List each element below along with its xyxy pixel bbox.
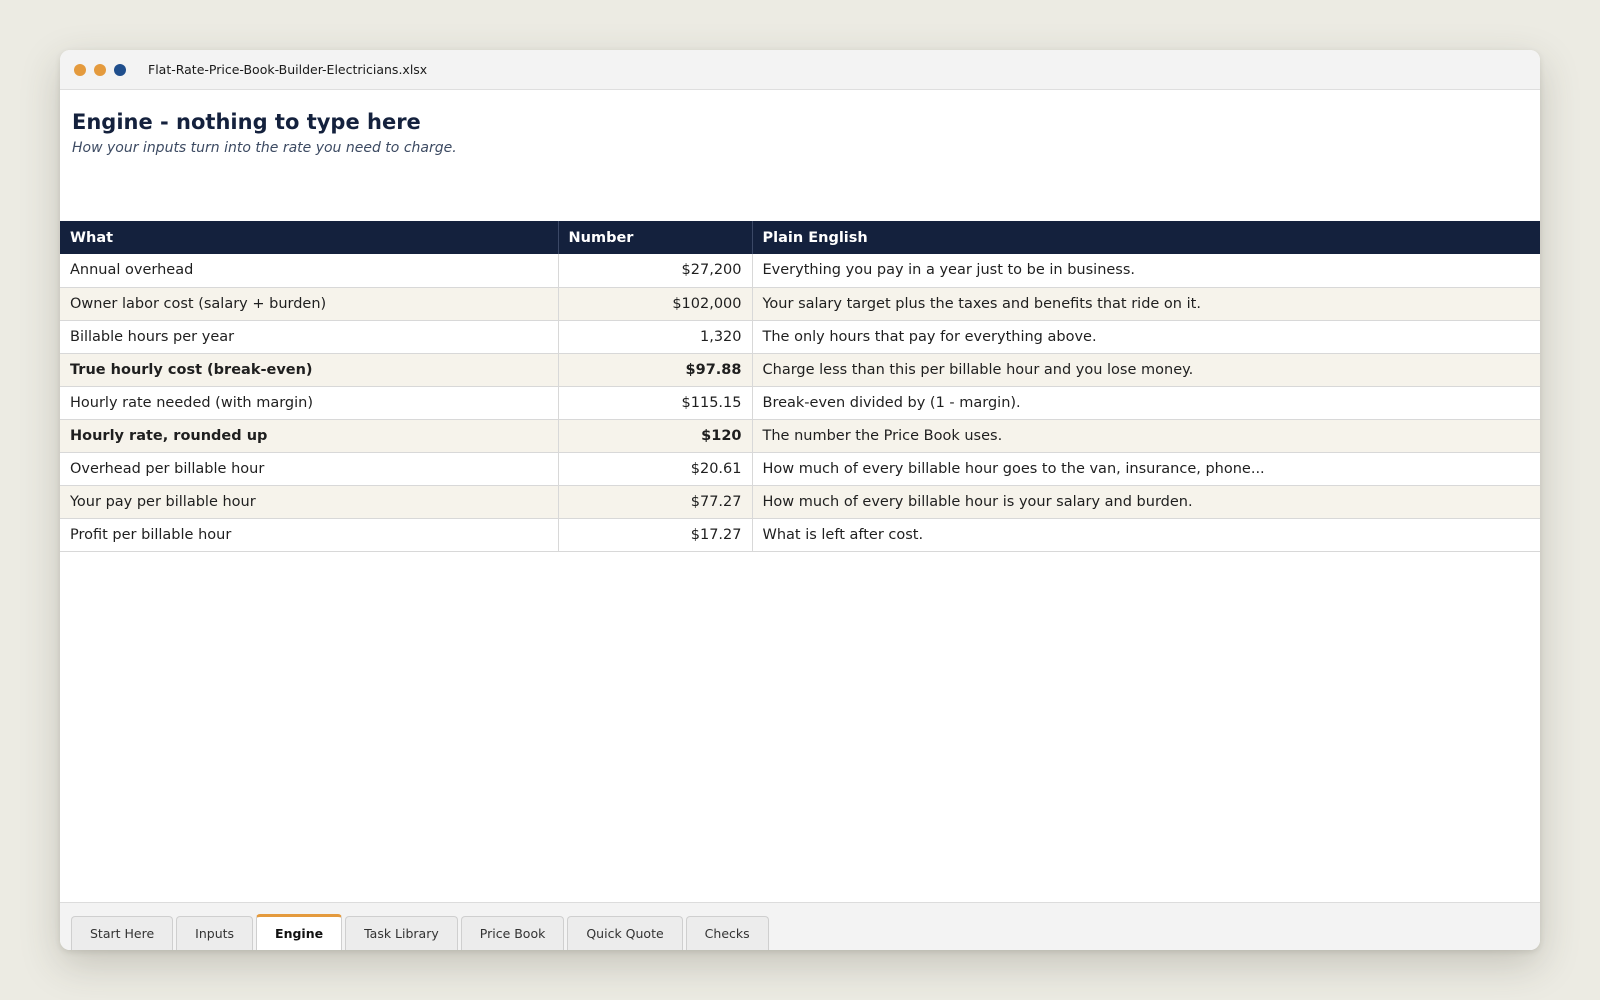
column-header-number[interactable]: Number — [558, 221, 753, 254]
sheet-tab-bar: Start Here Inputs Engine Task Library Price … — [60, 902, 1540, 950]
cell-number[interactable]: $102,000 — [558, 287, 753, 321]
cell-number[interactable]: 1,320 — [558, 320, 753, 354]
sheet-tab-quick-quote[interactable]: Quick Quote — [567, 916, 683, 950]
spreadsheet-window: Flat-Rate-Price-Book-Builder-Electrician… — [60, 50, 1540, 950]
sheet-tab-inputs[interactable]: Inputs — [176, 916, 254, 950]
cell-number[interactable]: $77.27 — [558, 485, 753, 519]
cell-plain-english[interactable]: Charge less than this per billable hour … — [752, 353, 1540, 387]
table-row: Annual overhead $27,200 Everything you pay… — [60, 254, 1540, 288]
cell-number[interactable]: $120 — [558, 419, 753, 453]
sheet-tab-start-here[interactable]: Start Here — [71, 916, 174, 950]
cell-number[interactable]: $20.61 — [558, 452, 753, 486]
cell-number[interactable]: $115.15 — [558, 386, 753, 420]
cell-number[interactable]: $97.88 — [558, 353, 753, 387]
cell-what[interactable]: Billable hours per year — [60, 320, 559, 354]
cell-plain-english[interactable]: Break-even divided by (1 - margin). — [752, 386, 1540, 420]
title-bar: Flat-Rate-Price-Book-Builder-Electrician… — [60, 50, 1540, 90]
column-header-plain-english[interactable]: Plain English — [752, 221, 1540, 254]
column-header-what[interactable]: What — [60, 221, 559, 254]
cell-plain-english[interactable]: What is left after cost. — [752, 518, 1540, 552]
table-row: Your pay per billable hour $77.27 How much… — [60, 485, 1540, 519]
table-row: Hourly rate needed (with margin) $115.15 B… — [60, 386, 1540, 420]
cell-what[interactable]: Owner labor cost (salary + burden) — [60, 287, 559, 321]
table-row: Profit per billable hour $17.27 What is le… — [60, 518, 1540, 552]
table-row: True hourly cost (break-even) $97.88 Charg… — [60, 353, 1540, 387]
cell-plain-english[interactable]: The only hours that pay for everything a… — [752, 320, 1540, 354]
cell-plain-english[interactable]: Everything you pay in a year just to be … — [752, 254, 1540, 288]
maximize-button[interactable] — [114, 63, 126, 76]
cell-plain-english[interactable]: How much of every billable hour is your … — [752, 485, 1540, 519]
sheet-tab-checks[interactable]: Checks — [685, 916, 769, 950]
sheet-tab-engine[interactable]: Engine — [256, 914, 343, 950]
page-title: Engine - nothing to type here — [72, 110, 421, 134]
cell-number[interactable]: $27,200 — [558, 254, 753, 288]
sheet-area: Engine - nothing to type here How your i… — [60, 90, 1540, 902]
close-button[interactable] — [74, 63, 86, 76]
cell-plain-english[interactable]: How much of every billable hour goes to … — [752, 452, 1540, 486]
page-subtitle: How your inputs turn into the rate you n… — [72, 140, 457, 156]
cell-what[interactable]: True hourly cost (break-even) — [60, 353, 559, 387]
window-filename: Flat-Rate-Price-Book-Builder-Electrician… — [148, 62, 428, 77]
sheet-tab-price-book[interactable]: Price Book — [460, 916, 565, 950]
cell-plain-english[interactable]: The number the Price Book uses. — [752, 419, 1540, 453]
table-row: Hourly rate, rounded up $120 The number th… — [60, 419, 1540, 453]
cell-what[interactable]: Your pay per billable hour — [60, 485, 559, 519]
table-row: Billable hours per year 1,320 The only hou… — [60, 320, 1540, 354]
engine-table: What Number Plain English Annual overhea… — [60, 221, 1540, 552]
sheet-heading: Engine - nothing to type here How your i… — [60, 90, 1540, 158]
cell-number[interactable]: $17.27 — [558, 518, 753, 552]
header-row: What Number Plain English — [60, 221, 1540, 254]
cell-plain-english[interactable]: Your salary target plus the taxes and be… — [752, 287, 1540, 321]
sheet-tab-task-library[interactable]: Task Library — [345, 916, 458, 950]
cell-what[interactable]: Profit per billable hour — [60, 518, 559, 552]
minimize-button[interactable] — [94, 63, 106, 76]
cell-what[interactable]: Overhead per billable hour — [60, 452, 559, 486]
cell-what[interactable]: Annual overhead — [60, 254, 559, 288]
cell-what[interactable]: Hourly rate, rounded up — [60, 419, 559, 453]
cell-what[interactable]: Hourly rate needed (with margin) — [60, 386, 559, 420]
table-row: Owner labor cost (salary + burden) $102,0… — [60, 287, 1540, 321]
table-row: Overhead per billable hour $20.61 How much… — [60, 452, 1540, 486]
